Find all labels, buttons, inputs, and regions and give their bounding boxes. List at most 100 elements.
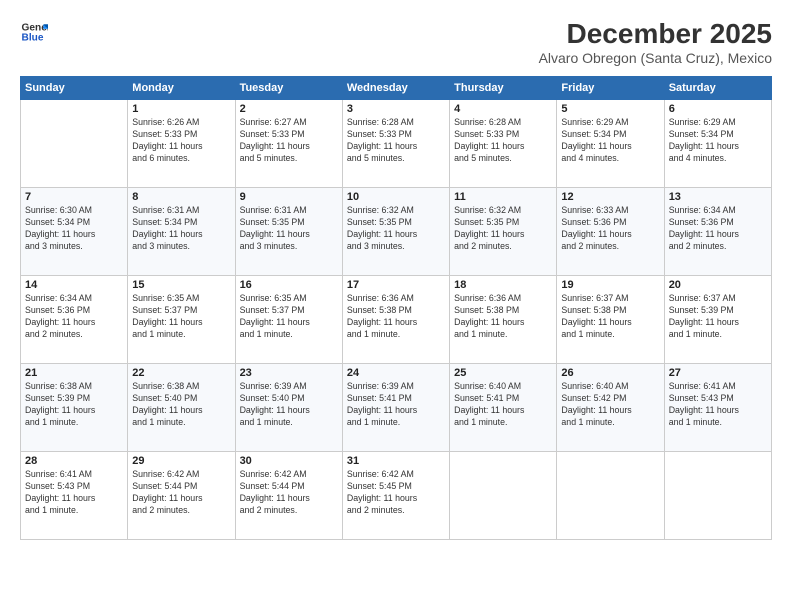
cell-info: Sunrise: 6:35 AMSunset: 5:37 PMDaylight:… — [132, 293, 230, 341]
cell-info: Sunrise: 6:42 AMSunset: 5:45 PMDaylight:… — [347, 469, 445, 517]
day-number: 5 — [561, 103, 659, 115]
day-number: 13 — [669, 191, 767, 203]
cell-4-2: 22 Sunrise: 6:38 AMSunset: 5:40 PMDayligh… — [128, 364, 235, 452]
cell-info: Sunrise: 6:31 AMSunset: 5:35 PMDaylight:… — [240, 205, 338, 253]
cell-info: Sunrise: 6:29 AMSunset: 5:34 PMDaylight:… — [561, 117, 659, 165]
cell-5-6 — [557, 452, 664, 540]
cell-info: Sunrise: 6:42 AMSunset: 5:44 PMDaylight:… — [132, 469, 230, 517]
cell-2-4: 10Sunrise: 6:32 AMSunset: 5:35 PMDayligh… — [342, 188, 449, 276]
calendar-table: SundayMondayTuesdayWednesdayThursdayFrid… — [20, 76, 772, 540]
cell-1-3: 2 Sunrise: 6:27 AMSunset: 5:33 PMDaylight… — [235, 100, 342, 188]
week-row-3: 14 Sunrise: 6:34 AMSunset: 5:36 PMDayligh… — [21, 276, 772, 364]
cell-info: Sunrise: 6:38 AMSunset: 5:39 PMDaylight:… — [25, 381, 123, 429]
cell-info: Sunrise: 6:29 AMSunset: 5:34 PMDaylight:… — [669, 117, 767, 165]
cell-info: Sunrise: 6:27 AMSunset: 5:33 PMDaylight:… — [240, 117, 338, 165]
logo: General Blue — [20, 18, 48, 46]
day-number: 16 — [240, 279, 338, 291]
cell-2-5: 11Sunrise: 6:32 AMSunset: 5:35 PMDayligh… — [450, 188, 557, 276]
cell-2-6: 12 Sunrise: 6:33 AMSunset: 5:36 PMDayligh… — [557, 188, 664, 276]
cell-info: Sunrise: 6:41 AMSunset: 5:43 PMDaylight:… — [25, 469, 123, 517]
week-row-2: 7Sunrise: 6:30 AMSunset: 5:34 PMDaylight… — [21, 188, 772, 276]
week-row-1: 1Sunrise: 6:26 AMSunset: 5:33 PMDaylight… — [21, 100, 772, 188]
cell-3-5: 18 Sunrise: 6:36 AMSunset: 5:38 PMDayligh… — [450, 276, 557, 364]
week-row-4: 21 Sunrise: 6:38 AMSunset: 5:39 PMDayligh… — [21, 364, 772, 452]
day-number: 4 — [454, 103, 552, 115]
day-number: 10 — [347, 191, 445, 203]
cell-info: Sunrise: 6:34 AMSunset: 5:36 PMDaylight:… — [25, 293, 123, 341]
day-number: 22 — [132, 367, 230, 379]
day-number: 19 — [561, 279, 659, 291]
col-header-thursday: Thursday — [450, 77, 557, 100]
cell-2-3: 9 Sunrise: 6:31 AMSunset: 5:35 PMDaylight… — [235, 188, 342, 276]
day-number: 2 — [240, 103, 338, 115]
cell-info: Sunrise: 6:33 AMSunset: 5:36 PMDaylight:… — [561, 205, 659, 253]
cell-2-7: 13 Sunrise: 6:34 AMSunset: 5:36 PMDayligh… — [664, 188, 771, 276]
cell-3-4: 17Sunrise: 6:36 AMSunset: 5:38 PMDayligh… — [342, 276, 449, 364]
cell-4-5: 25 Sunrise: 6:40 AMSunset: 5:41 PMDayligh… — [450, 364, 557, 452]
col-header-tuesday: Tuesday — [235, 77, 342, 100]
col-header-sunday: Sunday — [21, 77, 128, 100]
page: General Blue December 2025 Alvaro Obrego… — [0, 0, 792, 612]
day-number: 8 — [132, 191, 230, 203]
cell-4-7: 27Sunrise: 6:41 AMSunset: 5:43 PMDayligh… — [664, 364, 771, 452]
cell-info: Sunrise: 6:39 AMSunset: 5:41 PMDaylight:… — [347, 381, 445, 429]
day-number: 12 — [561, 191, 659, 203]
cell-info: Sunrise: 6:42 AMSunset: 5:44 PMDaylight:… — [240, 469, 338, 517]
cell-3-2: 15Sunrise: 6:35 AMSunset: 5:37 PMDayligh… — [128, 276, 235, 364]
subtitle: Alvaro Obregon (Santa Cruz), Mexico — [539, 50, 772, 66]
week-row-5: 28 Sunrise: 6:41 AMSunset: 5:43 PMDayligh… — [21, 452, 772, 540]
title-area: December 2025 Alvaro Obregon (Santa Cruz… — [539, 18, 772, 66]
day-number: 30 — [240, 455, 338, 467]
cell-1-7: 6 Sunrise: 6:29 AMSunset: 5:34 PMDaylight… — [664, 100, 771, 188]
cell-info: Sunrise: 6:40 AMSunset: 5:42 PMDaylight:… — [561, 381, 659, 429]
cell-info: Sunrise: 6:41 AMSunset: 5:43 PMDaylight:… — [669, 381, 767, 429]
day-number: 11 — [454, 191, 552, 203]
day-number: 26 — [561, 367, 659, 379]
cell-4-4: 24Sunrise: 6:39 AMSunset: 5:41 PMDayligh… — [342, 364, 449, 452]
cell-info: Sunrise: 6:38 AMSunset: 5:40 PMDaylight:… — [132, 381, 230, 429]
cell-1-1 — [21, 100, 128, 188]
cell-4-3: 23Sunrise: 6:39 AMSunset: 5:40 PMDayligh… — [235, 364, 342, 452]
logo-icon: General Blue — [20, 18, 48, 46]
cell-2-2: 8 Sunrise: 6:31 AMSunset: 5:34 PMDaylight… — [128, 188, 235, 276]
cell-3-7: 20 Sunrise: 6:37 AMSunset: 5:39 PMDayligh… — [664, 276, 771, 364]
cell-info: Sunrise: 6:35 AMSunset: 5:37 PMDaylight:… — [240, 293, 338, 341]
cell-info: Sunrise: 6:37 AMSunset: 5:38 PMDaylight:… — [561, 293, 659, 341]
cell-5-2: 29Sunrise: 6:42 AMSunset: 5:44 PMDayligh… — [128, 452, 235, 540]
day-number: 20 — [669, 279, 767, 291]
cell-1-2: 1Sunrise: 6:26 AMSunset: 5:33 PMDaylight… — [128, 100, 235, 188]
day-number: 25 — [454, 367, 552, 379]
cell-info: Sunrise: 6:28 AMSunset: 5:33 PMDaylight:… — [454, 117, 552, 165]
cell-info: Sunrise: 6:30 AMSunset: 5:34 PMDaylight:… — [25, 205, 123, 253]
cell-info: Sunrise: 6:36 AMSunset: 5:38 PMDaylight:… — [454, 293, 552, 341]
cell-1-4: 3 Sunrise: 6:28 AMSunset: 5:33 PMDaylight… — [342, 100, 449, 188]
day-number: 14 — [25, 279, 123, 291]
cell-5-1: 28 Sunrise: 6:41 AMSunset: 5:43 PMDayligh… — [21, 452, 128, 540]
day-number: 28 — [25, 455, 123, 467]
col-header-wednesday: Wednesday — [342, 77, 449, 100]
day-number: 6 — [669, 103, 767, 115]
cell-5-4: 31 Sunrise: 6:42 AMSunset: 5:45 PMDayligh… — [342, 452, 449, 540]
cell-2-1: 7Sunrise: 6:30 AMSunset: 5:34 PMDaylight… — [21, 188, 128, 276]
col-header-monday: Monday — [128, 77, 235, 100]
cell-4-1: 21 Sunrise: 6:38 AMSunset: 5:39 PMDayligh… — [21, 364, 128, 452]
day-number: 1 — [132, 103, 230, 115]
cell-3-1: 14 Sunrise: 6:34 AMSunset: 5:36 PMDayligh… — [21, 276, 128, 364]
cell-5-7 — [664, 452, 771, 540]
cell-info: Sunrise: 6:31 AMSunset: 5:34 PMDaylight:… — [132, 205, 230, 253]
cell-5-3: 30 Sunrise: 6:42 AMSunset: 5:44 PMDayligh… — [235, 452, 342, 540]
day-number: 17 — [347, 279, 445, 291]
day-number: 31 — [347, 455, 445, 467]
day-number: 9 — [240, 191, 338, 203]
cell-info: Sunrise: 6:39 AMSunset: 5:40 PMDaylight:… — [240, 381, 338, 429]
day-number: 18 — [454, 279, 552, 291]
cell-info: Sunrise: 6:28 AMSunset: 5:33 PMDaylight:… — [347, 117, 445, 165]
cell-info: Sunrise: 6:40 AMSunset: 5:41 PMDaylight:… — [454, 381, 552, 429]
day-number: 3 — [347, 103, 445, 115]
cell-info: Sunrise: 6:34 AMSunset: 5:36 PMDaylight:… — [669, 205, 767, 253]
cell-info: Sunrise: 6:37 AMSunset: 5:39 PMDaylight:… — [669, 293, 767, 341]
cell-3-6: 19 Sunrise: 6:37 AMSunset: 5:38 PMDayligh… — [557, 276, 664, 364]
header: General Blue December 2025 Alvaro Obrego… — [20, 18, 772, 66]
day-number: 21 — [25, 367, 123, 379]
col-header-friday: Friday — [557, 77, 664, 100]
